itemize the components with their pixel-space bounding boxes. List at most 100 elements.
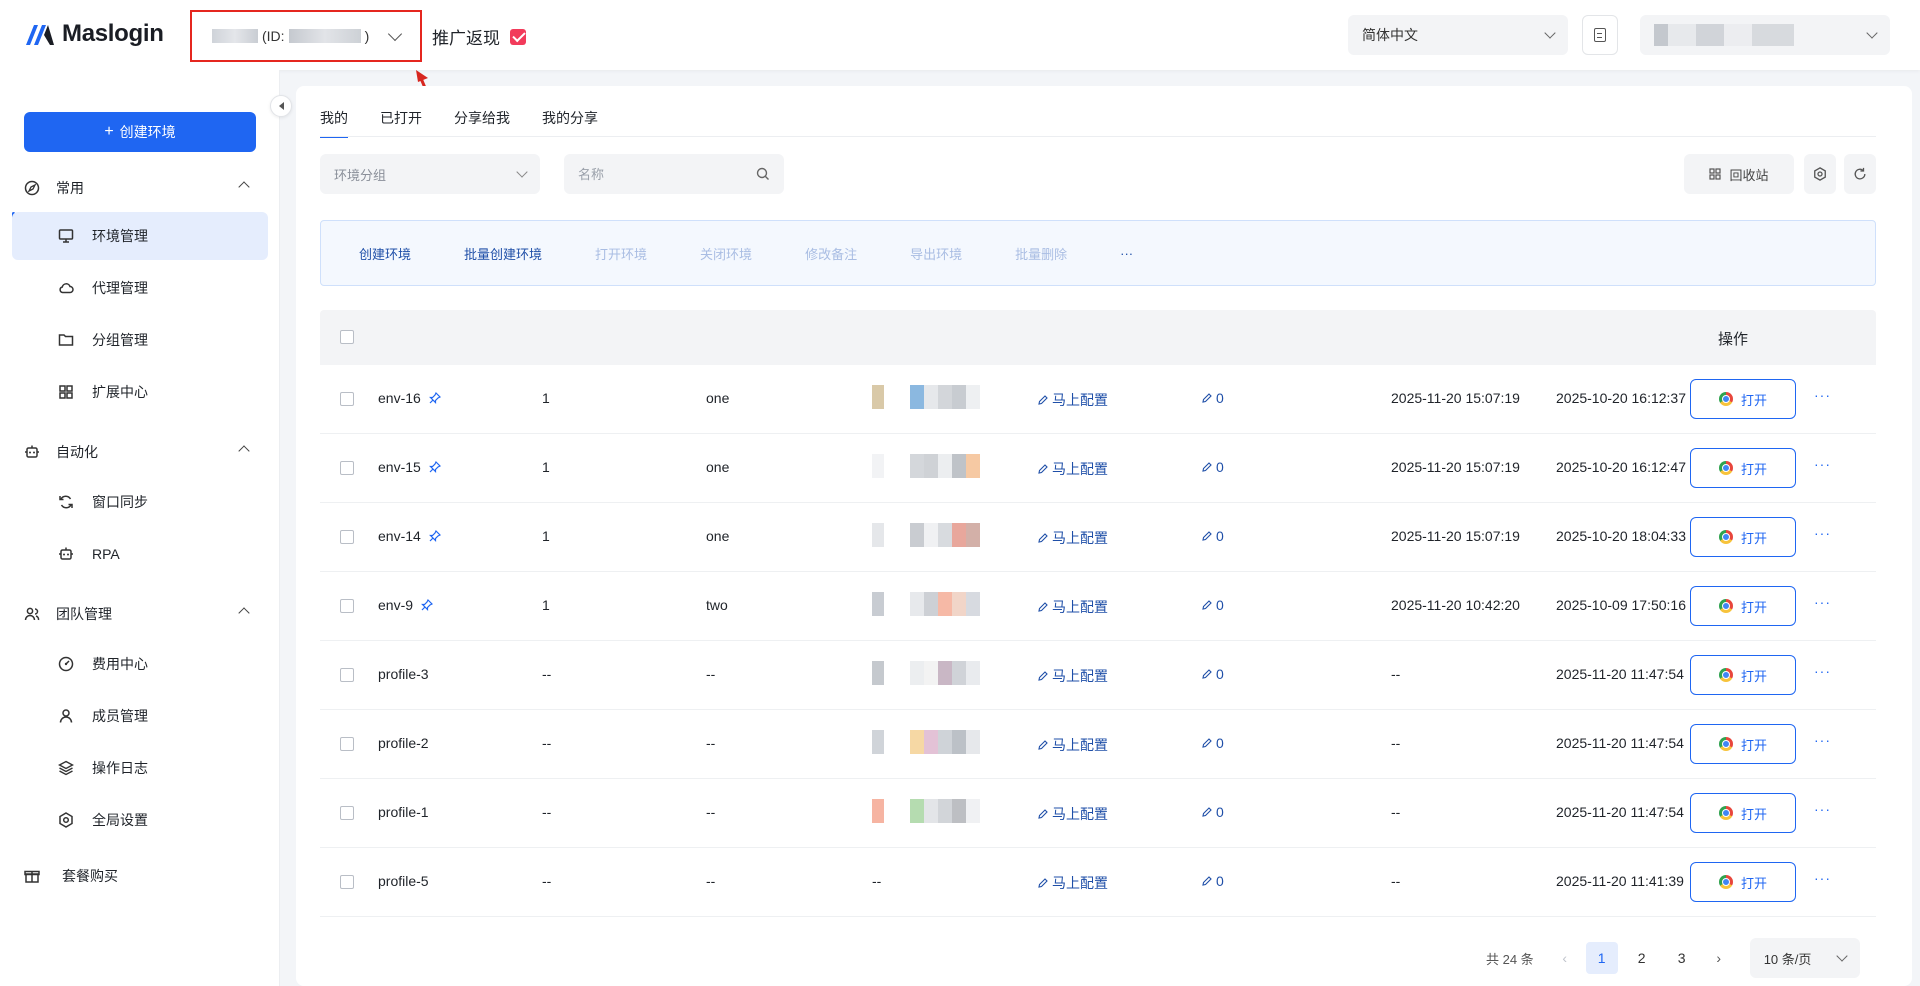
pagination-page[interactable]: 2 [1626, 942, 1658, 974]
open-browser-button[interactable]: 打开 [1690, 517, 1796, 557]
app-logo[interactable]: Maslogin [24, 20, 164, 48]
sidebar-item-environment[interactable]: 环境管理 [12, 212, 268, 260]
open-browser-button[interactable]: 打开 [1690, 862, 1796, 902]
env-name-cell[interactable]: profile-1 [378, 804, 429, 820]
row-checkbox[interactable] [340, 461, 354, 475]
configure-link[interactable]: 马上配置 [1038, 666, 1108, 686]
tab-mine[interactable]: 我的 [320, 108, 348, 138]
configure-link[interactable]: 马上配置 [1038, 735, 1108, 755]
remark-count-link[interactable]: 0 [1202, 390, 1224, 406]
sidebar-item-window-sync[interactable]: 窗口同步 [12, 478, 268, 526]
account-selector[interactable]: (ID: ) [190, 10, 422, 62]
pagination-page[interactable]: 3 [1666, 942, 1698, 974]
action-close-environment[interactable]: 关闭环境 [700, 244, 752, 263]
configure-link[interactable]: 马上配置 [1038, 390, 1108, 410]
env-name-cell[interactable]: env-15 [378, 459, 441, 475]
env-name-cell[interactable]: profile-2 [378, 735, 429, 751]
row-more-button[interactable]: ··· [1814, 525, 1831, 541]
row-more-button[interactable]: ··· [1814, 594, 1831, 610]
action-create-environment[interactable]: 创建环境 [359, 244, 411, 263]
pagination-page[interactable]: 1 [1585, 942, 1618, 974]
remark-count-link[interactable]: 0 [1202, 873, 1224, 889]
sidebar-item-billing[interactable]: 费用中心 [12, 640, 268, 688]
row-more-button[interactable]: ··· [1814, 870, 1831, 886]
nav-group-automation[interactable]: 自动化 [24, 440, 256, 464]
sidebar-item-settings[interactable]: 全局设置 [12, 796, 268, 844]
action-batch-create[interactable]: 批量创建环境 [464, 244, 542, 263]
environment-group-select[interactable]: 环境分组 [320, 154, 540, 194]
row-more-button[interactable]: ··· [1814, 801, 1831, 817]
env-name-cell[interactable]: env-9 [378, 597, 434, 613]
tab-opened[interactable]: 已打开 [380, 108, 422, 138]
sidebar-item-proxy[interactable]: 代理管理 [12, 264, 268, 312]
action-export-environment[interactable]: 导出环境 [910, 244, 962, 263]
sidebar-item-extensions[interactable]: 扩展中心 [12, 368, 268, 416]
action-more[interactable]: ··· [1120, 246, 1133, 261]
pagination-prev[interactable]: ‹ [1548, 950, 1582, 966]
configure-link[interactable]: 马上配置 [1038, 459, 1108, 479]
tab-my-shares[interactable]: 我的分享 [542, 108, 598, 138]
remark-count-link[interactable]: 0 [1202, 459, 1224, 475]
settings-button[interactable] [1804, 154, 1836, 194]
sidebar-collapse-button[interactable] [270, 95, 292, 117]
remark-count-link[interactable]: 0 [1202, 597, 1224, 613]
remark-count-link[interactable]: 0 [1202, 528, 1224, 544]
pin-icon[interactable] [428, 392, 441, 404]
open-browser-button[interactable]: 打开 [1690, 793, 1796, 833]
row-checkbox[interactable] [340, 392, 354, 406]
open-browser-button[interactable]: 打开 [1690, 448, 1796, 488]
row-more-button[interactable]: ··· [1814, 387, 1831, 403]
row-more-button[interactable]: ··· [1814, 732, 1831, 748]
user-menu[interactable] [1640, 15, 1890, 55]
sidebar-item-group[interactable]: 分组管理 [12, 316, 268, 364]
row-checkbox[interactable] [340, 806, 354, 820]
action-open-environment[interactable]: 打开环境 [595, 244, 647, 263]
refresh-button[interactable] [1844, 154, 1876, 194]
search-input[interactable] [578, 166, 738, 182]
configure-link[interactable]: 马上配置 [1038, 528, 1108, 548]
tab-shared-to-me[interactable]: 分享给我 [454, 108, 510, 138]
configure-link[interactable]: 马上配置 [1038, 873, 1108, 893]
remark-count-link[interactable]: 0 [1202, 735, 1224, 751]
row-checkbox[interactable] [340, 599, 354, 613]
language-select[interactable]: 简体中文 [1348, 15, 1568, 55]
pagination-next[interactable]: › [1702, 950, 1736, 966]
docs-button[interactable] [1582, 15, 1618, 55]
remark-count-link[interactable]: 0 [1202, 666, 1224, 682]
pin-icon[interactable] [421, 599, 434, 611]
env-name-cell[interactable]: profile-5 [378, 873, 429, 889]
pin-icon[interactable] [428, 530, 441, 542]
row-checkbox[interactable] [340, 668, 354, 682]
batch-action-bar: 创建环境 批量创建环境 打开环境 关闭环境 修改备注 导出环境 批量删除 ··· [320, 220, 1876, 286]
pin-icon[interactable] [428, 461, 441, 473]
row-checkbox[interactable] [340, 875, 354, 889]
select-all-checkbox[interactable] [340, 330, 354, 344]
configure-link[interactable]: 马上配置 [1038, 804, 1108, 824]
row-more-button[interactable]: ··· [1814, 456, 1831, 472]
recycle-bin-button[interactable]: 回收站 [1684, 154, 1794, 194]
open-browser-button[interactable]: 打开 [1690, 724, 1796, 764]
row-checkbox[interactable] [340, 530, 354, 544]
row-checkbox[interactable] [340, 737, 354, 751]
env-name-cell[interactable]: profile-3 [378, 666, 429, 682]
promo-link[interactable]: 推广返现 [432, 24, 526, 49]
sidebar-item-purchase[interactable]: 套餐购买 [24, 866, 118, 886]
configure-link[interactable]: 马上配置 [1038, 597, 1108, 617]
open-browser-button[interactable]: 打开 [1690, 379, 1796, 419]
nav-group-team[interactable]: 团队管理 [24, 602, 256, 626]
env-name-cell[interactable]: env-14 [378, 528, 441, 544]
create-environment-button[interactable]: + 创建环境 [24, 112, 256, 152]
row-more-button[interactable]: ··· [1814, 663, 1831, 679]
sidebar-item-logs[interactable]: 操作日志 [12, 744, 268, 792]
nav-group-common[interactable]: 常用 [24, 176, 256, 200]
remark-count-link[interactable]: 0 [1202, 804, 1224, 820]
sidebar-item-rpa[interactable]: RPA [12, 530, 268, 578]
sidebar-item-members[interactable]: 成员管理 [12, 692, 268, 740]
action-edit-remark[interactable]: 修改备注 [805, 244, 857, 263]
action-batch-delete[interactable]: 批量删除 [1015, 244, 1067, 263]
open-browser-button[interactable]: 打开 [1690, 655, 1796, 695]
page-size-select[interactable]: 10 条/页 [1749, 938, 1860, 978]
search-icon[interactable] [756, 167, 770, 181]
env-name-cell[interactable]: env-16 [378, 390, 441, 406]
open-browser-button[interactable]: 打开 [1690, 586, 1796, 626]
